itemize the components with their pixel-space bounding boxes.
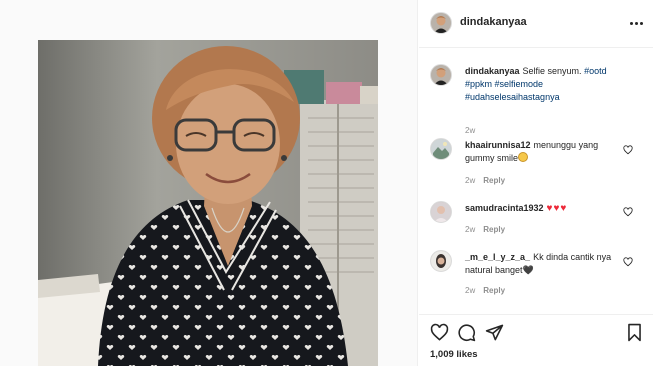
post-side-panel: dindakanyaa dindakanyaa Selfie senyum. #o…	[419, 0, 653, 366]
post-photo[interactable]	[38, 40, 378, 366]
selfie-image	[38, 40, 378, 366]
comment-username[interactable]: samudracinta1932	[465, 203, 544, 213]
more-options-icon[interactable]	[629, 18, 643, 28]
reply-button[interactable]: Reply	[483, 225, 505, 234]
caption-text: dindakanyaa Selfie senyum. #ootd #ppkm #s…	[465, 65, 615, 104]
likes-count[interactable]: 1,009 likes	[430, 349, 478, 360]
author-avatar[interactable]	[430, 64, 452, 86]
reply-button[interactable]: Reply	[483, 176, 505, 185]
heart-outline-icon[interactable]	[430, 323, 449, 342]
comment-bubble-icon[interactable]	[457, 323, 476, 342]
commenter-avatar[interactable]	[430, 201, 452, 223]
media-pane	[0, 0, 418, 366]
caption-meta: 2w	[465, 126, 483, 135]
bookmark-icon[interactable]	[625, 323, 644, 342]
hashtag-link[interactable]: #udahselesaihastagnya	[465, 92, 560, 102]
commenter-avatar[interactable]	[430, 138, 452, 160]
comment-meta: 2w Reply	[465, 286, 513, 295]
comment-meta: 2w Reply	[465, 176, 513, 185]
commenter-avatar[interactable]	[430, 250, 452, 272]
paper-plane-icon[interactable]	[485, 323, 504, 342]
hashtag-link[interactable]: #ootd	[584, 66, 607, 76]
comment-body: ♥♥♥	[546, 203, 568, 214]
timestamp[interactable]: 2w	[465, 225, 475, 234]
like-comment-heart-icon[interactable]	[623, 257, 633, 267]
comments-list: dindakanyaa Selfie senyum. #ootd #ppkm #s…	[419, 48, 653, 314]
author-username[interactable]: dindakanyaa	[460, 16, 527, 28]
comment-text: khaairunnisa12 menunggu yang gummy smile	[465, 139, 615, 165]
post-actions: 1,009 likes	[419, 314, 653, 366]
like-comment-heart-icon[interactable]	[623, 207, 633, 217]
comment-text: samudracinta1932 ♥♥♥	[465, 202, 615, 215]
caption-body: Selfie senyum.	[522, 66, 582, 76]
grinning-face-icon	[518, 152, 529, 162]
comment-username[interactable]: khaairunnisa12	[465, 140, 531, 150]
author-avatar[interactable]	[430, 12, 452, 34]
post-header: dindakanyaa	[419, 0, 653, 48]
like-comment-heart-icon[interactable]	[623, 145, 633, 155]
caption-username[interactable]: dindakanyaa	[465, 66, 520, 76]
comment-username[interactable]: _m_e_l_y_z_a_	[465, 252, 530, 262]
timestamp[interactable]: 2w	[465, 286, 475, 295]
timestamp[interactable]: 2w	[465, 126, 475, 135]
hashtag-link[interactable]: #ppkm	[465, 79, 492, 89]
timestamp[interactable]: 2w	[465, 176, 475, 185]
comment-text: _m_e_l_y_z_a_ Kk dinda cantik nya natural…	[465, 251, 615, 277]
hashtag-link[interactable]: #selfiemode	[495, 79, 544, 89]
comment-meta: 2w Reply	[465, 225, 513, 234]
reply-button[interactable]: Reply	[483, 286, 505, 295]
